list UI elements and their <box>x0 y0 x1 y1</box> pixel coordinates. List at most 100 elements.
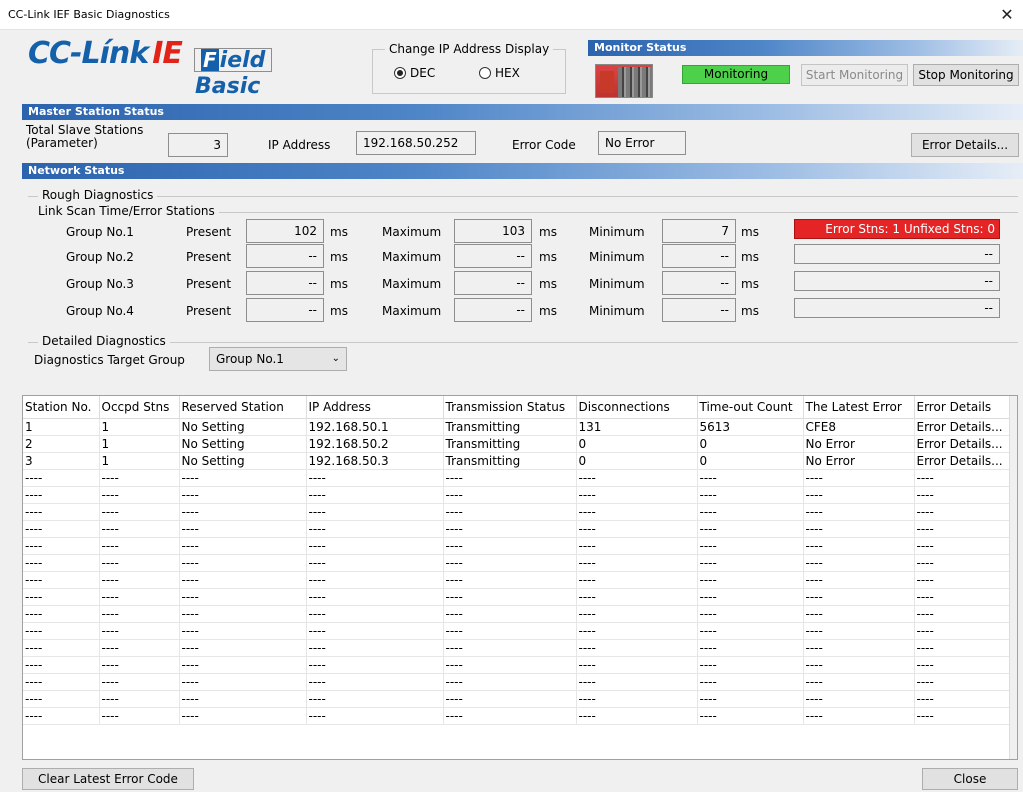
stop-monitoring-button[interactable]: Stop Monitoring <box>913 64 1019 86</box>
table-row[interactable]: ---- ---- ---- ---- ---- ---- ---- ---- ---- <box>23 469 1016 487</box>
table-cell: 1 <box>99 418 180 436</box>
minimum-label: Minimum <box>589 304 645 318</box>
table-cell: ---- <box>306 469 444 487</box>
master-error-details-button[interactable]: Error Details... <box>911 133 1019 157</box>
network-status-header: Network Status <box>22 163 1023 179</box>
table-row[interactable]: ---- ---- ---- ---- ---- ---- ---- ---- ---- <box>23 622 1016 640</box>
column-header[interactable]: Error Details <box>914 396 1016 419</box>
table-cell: ---- <box>803 503 915 521</box>
table-row[interactable]: 3 1 No Setting 192.168.50.3 Transmitting 0 0 No… <box>23 452 1016 470</box>
table-cell: ---- <box>99 673 180 691</box>
table-cell: ---- <box>23 571 100 589</box>
table-cell: ---- <box>697 520 804 538</box>
table-cell: ---- <box>23 622 100 640</box>
table-cell: ---- <box>99 520 180 538</box>
table-cell: ---- <box>576 571 698 589</box>
column-header[interactable]: Reserved Station <box>179 396 307 419</box>
table-cell: No Setting <box>179 452 307 470</box>
table-cell: 192.168.50.3 <box>306 452 444 470</box>
table-cell: 0 <box>576 452 698 470</box>
column-header[interactable]: Station No. <box>23 396 100 419</box>
table-cell: ---- <box>576 588 698 606</box>
table-row[interactable]: ---- ---- ---- ---- ---- ---- ---- ---- ---- <box>23 707 1016 725</box>
column-header[interactable]: The Latest Error <box>803 396 915 419</box>
table-row[interactable]: ---- ---- ---- ---- ---- ---- ---- ---- ---- <box>23 656 1016 674</box>
minimum-value: -- <box>662 298 736 322</box>
master-ip-address-label: IP Address <box>268 138 331 152</box>
table-cell: ---- <box>179 537 307 555</box>
table-cell: ---- <box>697 639 804 657</box>
table-cell: ---- <box>803 520 915 538</box>
table-cell: ---- <box>697 486 804 504</box>
table-row[interactable]: ---- ---- ---- ---- ---- ---- ---- ---- ---- <box>23 690 1016 708</box>
plc-module-icon <box>595 64 653 98</box>
present-unit: ms <box>330 225 348 239</box>
table-cell: ---- <box>443 690 577 708</box>
table-cell: ---- <box>306 503 444 521</box>
table-row[interactable]: ---- ---- ---- ---- ---- ---- ---- ---- ---- <box>23 503 1016 521</box>
table-cell: ---- <box>576 469 698 487</box>
close-button[interactable]: Close <box>922 768 1018 790</box>
table-row[interactable]: ---- ---- ---- ---- ---- ---- ---- ---- ---- <box>23 520 1016 538</box>
table-cell: ---- <box>99 622 180 640</box>
column-header[interactable]: IP Address <box>306 396 444 419</box>
table-row[interactable]: ---- ---- ---- ---- ---- ---- ---- ---- ---- <box>23 605 1016 623</box>
maximum-unit: ms <box>539 277 557 291</box>
table-row[interactable]: ---- ---- ---- ---- ---- ---- ---- ---- ---- <box>23 673 1016 691</box>
table-cell: ---- <box>576 503 698 521</box>
table-row[interactable]: ---- ---- ---- ---- ---- ---- ---- ---- ---- <box>23 588 1016 606</box>
column-header[interactable]: Disconnections <box>576 396 698 419</box>
minimum-unit: ms <box>741 277 759 291</box>
table-cell: ---- <box>803 486 915 504</box>
table-cell: ---- <box>306 605 444 623</box>
column-header[interactable]: Transmission Status <box>443 396 577 419</box>
table-cell: ---- <box>23 656 100 674</box>
table-cell: ---- <box>697 588 804 606</box>
table-row[interactable]: ---- ---- ---- ---- ---- ---- ---- ---- ---- <box>23 486 1016 504</box>
column-header[interactable]: Time-out Count <box>697 396 804 419</box>
table-scrollbar[interactable] <box>1009 396 1017 759</box>
table-cell: ---- <box>443 571 577 589</box>
table-cell: ---- <box>803 605 915 623</box>
table-cell: ---- <box>99 571 180 589</box>
cc-link-logo: CC-Línk IE Field Basic <box>28 36 278 99</box>
table-cell: CFE8 <box>803 418 915 436</box>
maximum-value: -- <box>454 244 532 268</box>
start-monitoring-button[interactable]: Start Monitoring <box>801 64 908 86</box>
maximum-label: Maximum <box>382 304 442 318</box>
diagnostics-target-group-label: Diagnostics Target Group <box>34 353 185 367</box>
column-header[interactable]: Occpd Stns <box>99 396 180 419</box>
table-row[interactable]: ---- ---- ---- ---- ---- ---- ---- ---- ---- <box>23 537 1016 555</box>
table-cell: ---- <box>697 537 804 555</box>
table-cell: ---- <box>914 520 1016 538</box>
table-cell: ---- <box>443 537 577 555</box>
present-unit: ms <box>330 277 348 291</box>
station-table[interactable]: Station No. Occpd Stns Reserved Station IP … <box>22 395 1018 760</box>
table-row[interactable]: ---- ---- ---- ---- ---- ---- ---- ---- ---- <box>23 571 1016 589</box>
table-cell: No Error <box>803 452 915 470</box>
rough-diagnostics-title: Rough Diagnostics <box>38 188 158 202</box>
table-row[interactable]: ---- ---- ---- ---- ---- ---- ---- ---- ---- <box>23 639 1016 657</box>
target-group-value: Group No.1 <box>216 352 284 366</box>
window-close-icon[interactable]: ✕ <box>997 5 1017 25</box>
present-unit: ms <box>330 250 348 264</box>
table-cell: ---- <box>306 656 444 674</box>
table-cell: ---- <box>99 605 180 623</box>
dec-radio-label: DEC <box>410 66 436 80</box>
table-cell: ---- <box>914 537 1016 555</box>
diagnostics-target-group-select[interactable]: Group No.1 ⌄ <box>209 347 347 371</box>
table-row[interactable]: ---- ---- ---- ---- ---- ---- ---- ---- ---- <box>23 554 1016 572</box>
table-row[interactable]: 2 1 No Setting 192.168.50.2 Transmitting 0 0 No… <box>23 435 1016 453</box>
master-station-status-header: Master Station Status <box>22 104 1023 120</box>
dec-radio[interactable]: DEC <box>394 66 435 80</box>
table-cell: ---- <box>803 537 915 555</box>
table-cell: ---- <box>697 707 804 725</box>
group-name-label: Group No.3 <box>66 277 134 291</box>
hex-radio[interactable]: HEX <box>479 66 520 80</box>
group-name-label: Group No.1 <box>66 225 134 239</box>
table-row[interactable]: 1 1 No Setting 192.168.50.1 Transmitting 131 5… <box>23 418 1016 436</box>
clear-latest-error-code-button[interactable]: Clear Latest Error Code <box>22 768 194 790</box>
table-cell: ---- <box>23 639 100 657</box>
table-cell: ---- <box>99 656 180 674</box>
table-cell: ---- <box>697 605 804 623</box>
